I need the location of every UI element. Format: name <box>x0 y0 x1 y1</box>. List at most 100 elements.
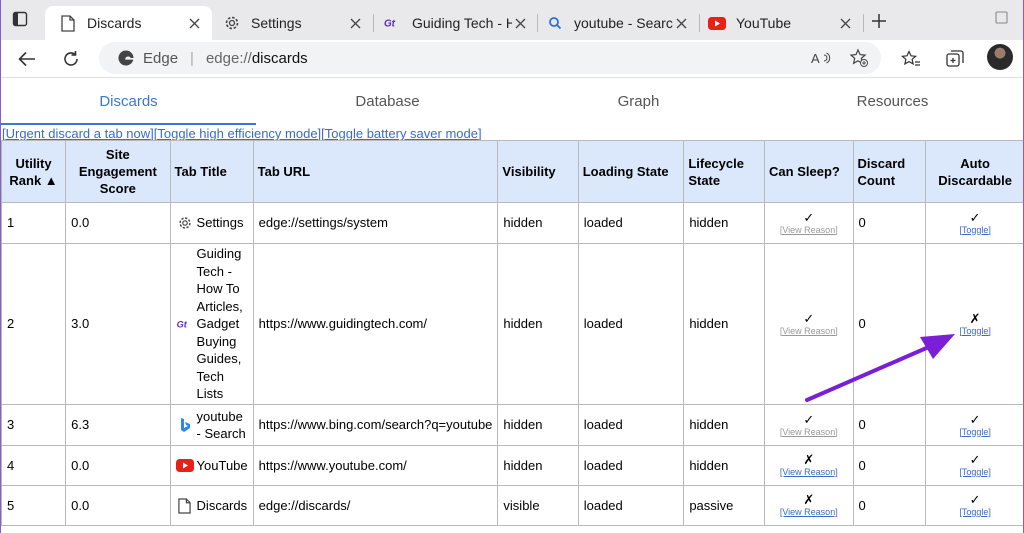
read-aloud-button[interactable]: A <box>811 48 831 68</box>
loading-state-cell: loaded <box>577 404 685 446</box>
column-header[interactable]: Utility Rank ▲ <box>1 140 67 203</box>
tab-resources[interactable]: Resources <box>765 78 1020 125</box>
search-icon <box>546 14 564 32</box>
close-icon[interactable] <box>512 15 528 31</box>
utility-rank-cell: 1 <box>1 202 67 244</box>
tab-discards[interactable]: Discards <box>45 6 212 40</box>
toggle-battery-saver-link[interactable]: [Toggle battery saver mode] <box>321 126 481 141</box>
back-button[interactable] <box>15 47 39 71</box>
read-aloud-icon: A <box>811 51 831 66</box>
engagement-score-cell: 3.0 <box>65 243 171 405</box>
column-header[interactable]: Auto Discardable <box>925 140 1023 203</box>
guidingtech-logo-icon: Gt <box>384 14 402 32</box>
engagement-score-cell: 6.3 <box>65 404 171 446</box>
engagement-score-cell: 0.0 <box>65 202 171 244</box>
view-reason-link: [View Reason] <box>779 426 838 437</box>
can-sleep-cell: ✓ [View Reason] <box>764 202 854 244</box>
toggle-efficiency-link[interactable]: [Toggle high efficiency mode] <box>154 126 321 141</box>
column-header[interactable]: Tab URL <box>252 140 499 203</box>
tab-title-cell: Settings <box>169 202 254 244</box>
tab-strip: Discards Settings Gt Guiding Tech - Hov … <box>1 0 1023 40</box>
table-header-row: Utility Rank ▲ Site Engagement Score Tab… <box>1 140 1023 203</box>
add-favorite-button[interactable] <box>849 48 869 68</box>
bing-icon <box>176 417 194 433</box>
urgent-discard-link[interactable]: [Urgent discard a tab now] <box>2 126 154 141</box>
toggle-link[interactable]: [Toggle] <box>959 326 991 336</box>
utility-rank-cell: 5 <box>1 485 67 526</box>
tab-title-text: Settings <box>196 215 244 231</box>
discard-count-cell: 0 <box>852 445 927 486</box>
favorites-icon <box>901 50 920 66</box>
page-tabs: Discards Database Graph Resources <box>1 78 1023 125</box>
address-bar[interactable]: Edge | edge:// discards A <box>99 42 881 74</box>
close-icon[interactable] <box>347 15 363 31</box>
column-header[interactable]: Tab Title <box>169 140 254 203</box>
view-reason-link[interactable]: [View Reason] <box>780 467 838 477</box>
close-icon[interactable] <box>673 15 689 31</box>
utility-rank-cell: 2 <box>1 243 67 405</box>
gear-icon <box>176 215 194 231</box>
can-sleep-mark: ✗ <box>803 452 815 467</box>
toggle-link[interactable]: [Toggle] <box>959 467 991 477</box>
tab-youtube[interactable]: YouTube <box>700 6 863 40</box>
visibility-cell: hidden <box>497 404 579 446</box>
collections-button[interactable] <box>943 47 967 71</box>
auto-discardable-cell: ✗ [Toggle] <box>925 243 1023 405</box>
loading-state-cell: loaded <box>577 243 685 405</box>
favorites-button[interactable] <box>899 47 923 71</box>
auto-discardable-mark: ✓ <box>969 492 981 507</box>
tab-title-text: Discards <box>196 497 248 513</box>
window-menu-icon[interactable] <box>12 11 28 27</box>
document-icon <box>59 14 77 32</box>
column-header[interactable]: Visibility <box>497 140 579 203</box>
toggle-link[interactable]: [Toggle] <box>959 427 991 437</box>
new-tab-icon[interactable] <box>869 11 889 31</box>
toggle-link[interactable]: [Toggle] <box>959 225 991 235</box>
auto-discardable-cell: ✓ [Toggle] <box>925 202 1023 244</box>
visibility-cell: hidden <box>497 445 579 486</box>
column-header[interactable]: Site Engagement Score <box>65 140 171 203</box>
tab-title-cell: youtube - Search <box>169 404 254 446</box>
collections-icon <box>946 50 964 67</box>
url-scheme: edge:// <box>205 49 252 67</box>
engagement-score-cell: 0.0 <box>65 485 171 526</box>
can-sleep-mark: ✓ <box>803 310 815 326</box>
auto-discardable-cell: ✓ [Toggle] <box>925 445 1023 486</box>
discard-count-cell: 0 <box>852 485 927 526</box>
profile-avatar[interactable] <box>987 44 1013 70</box>
tab-settings[interactable]: Settings <box>209 6 373 40</box>
tab-youtube-search[interactable]: youtube - Search <box>538 6 699 40</box>
table-row: 3 6.3 youtube - Search https://www.bing.com… <box>1 404 1023 446</box>
restore-window-icon[interactable] <box>995 11 1009 25</box>
column-header[interactable]: Lifecycle State <box>683 140 766 203</box>
lifecycle-state-cell: passive <box>683 485 766 526</box>
tab-graph[interactable]: Graph <box>511 78 766 125</box>
lifecycle-state-cell: hidden <box>683 445 766 486</box>
tab-discards-page[interactable]: Discards <box>1 78 256 125</box>
view-reason-link[interactable]: [View Reason] <box>780 507 838 517</box>
table-row: 2 3.0 Gt Guiding Tech - How To Articles, Ga… <box>1 243 1023 405</box>
loading-state-cell: loaded <box>577 202 685 244</box>
toggle-link[interactable]: [Toggle] <box>959 507 991 517</box>
close-icon[interactable] <box>837 15 853 31</box>
tab-database[interactable]: Database <box>260 78 515 125</box>
url-host: discards <box>251 49 308 67</box>
refresh-button[interactable] <box>59 47 83 71</box>
column-header[interactable]: Loading State <box>577 140 685 203</box>
column-header[interactable]: Can Sleep? <box>764 140 854 203</box>
tab-guidingtech[interactable]: Gt Guiding Tech - Hov <box>374 6 538 40</box>
discards-page: Discards Database Graph Resources [Urgen… <box>1 78 1023 533</box>
view-reason-link: [View Reason] <box>779 325 838 336</box>
tab-url-cell: edge://settings/system <box>252 202 499 244</box>
tab-label: Discards <box>87 15 142 31</box>
column-header[interactable]: Discard Count <box>852 140 927 203</box>
tab-label: youtube - Search <box>574 15 673 31</box>
discard-count-cell: 0 <box>852 404 927 446</box>
can-sleep-mark: ✓ <box>803 411 815 427</box>
auto-discardable-cell: ✓ [Toggle] <box>925 485 1023 526</box>
can-sleep-cell: ✓ [View Reason] <box>764 404 854 446</box>
visibility-cell: visible <box>497 485 579 526</box>
visibility-cell: hidden <box>497 243 579 405</box>
close-icon[interactable] <box>186 15 202 31</box>
star-add-icon <box>849 48 868 67</box>
